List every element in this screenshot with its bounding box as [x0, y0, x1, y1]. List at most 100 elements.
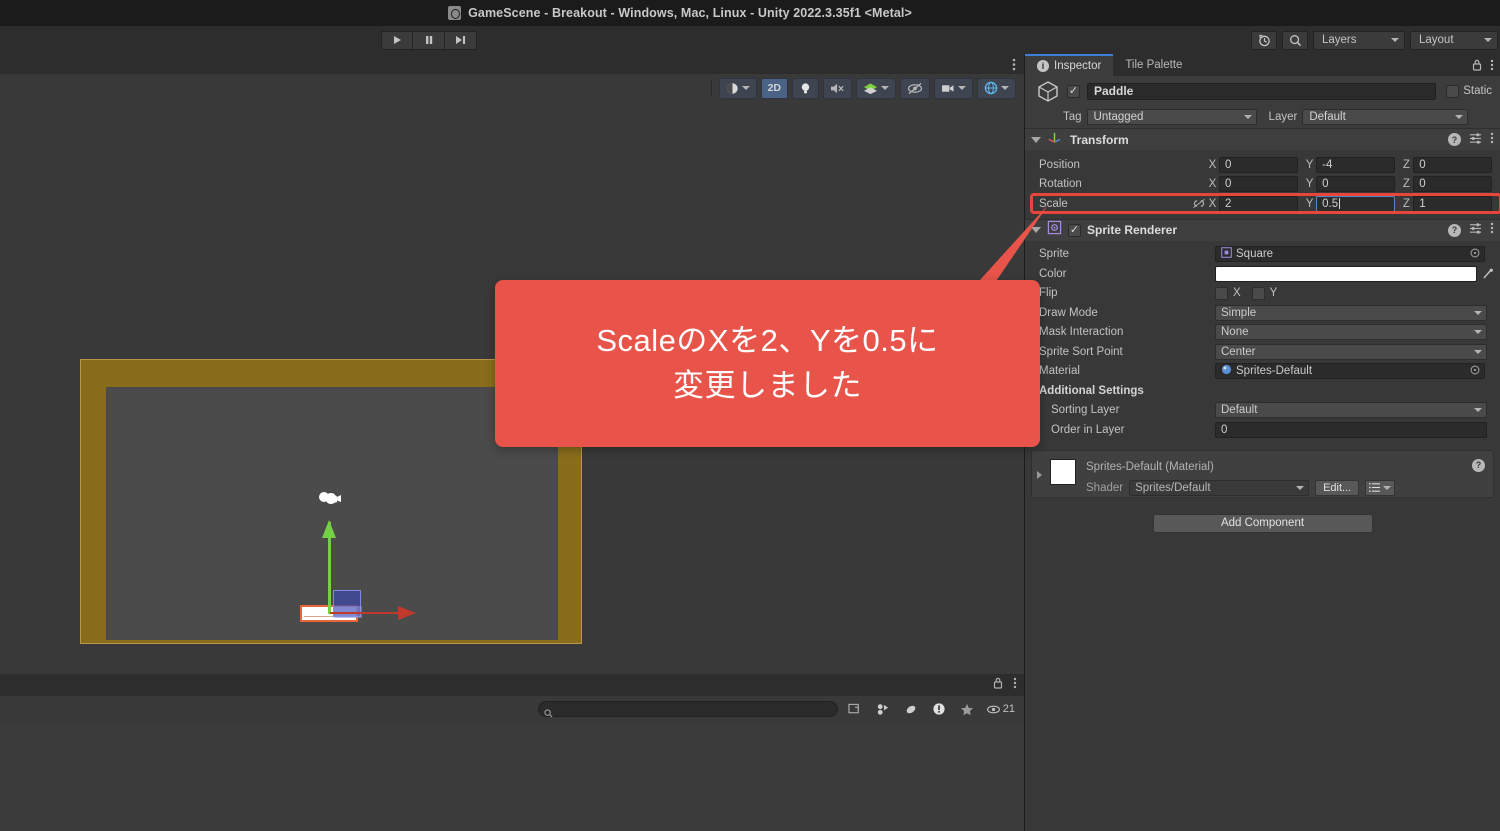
scale-y-field[interactable]: 0.5: [1316, 195, 1395, 212]
console-log-area[interactable]: [0, 722, 1024, 831]
scene-view-toolbar: 2D: [0, 74, 1024, 102]
color-label: Color: [1039, 267, 1067, 280]
tab-tile-palette[interactable]: Tile Palette: [1113, 54, 1194, 76]
additional-settings-label: Additional Settings: [1039, 384, 1144, 397]
effects-icon[interactable]: [856, 77, 896, 99]
layers-dropdown[interactable]: Layers: [1313, 30, 1405, 50]
edit-shader-button[interactable]: Edit...: [1315, 479, 1360, 496]
static-toggle-group[interactable]: Static: [1446, 84, 1492, 98]
move-gizmo-y-arrowhead[interactable]: [322, 520, 336, 538]
foldout-arrow-icon[interactable]: [1037, 470, 1042, 479]
shading-mode-button[interactable]: [718, 77, 757, 99]
rotation-z-field[interactable]: 0: [1413, 176, 1492, 193]
tab-inspector[interactable]: i Inspector: [1025, 54, 1114, 76]
rotation-y-field[interactable]: 0: [1316, 176, 1395, 193]
flip-y-checkbox[interactable]: [1251, 286, 1265, 300]
position-y-field[interactable]: -4: [1316, 156, 1395, 173]
material-preview-block: Sprites-Default (Material) Shader Sprite…: [1031, 449, 1494, 498]
hidden-objects-icon[interactable]: [900, 77, 930, 99]
gizmos-icon[interactable]: [977, 77, 1016, 99]
lock-icon[interactable]: [993, 676, 1003, 694]
console-search-input[interactable]: [554, 703, 810, 715]
axis-y-label: Y: [1305, 178, 1314, 191]
collapse-icon[interactable]: [843, 700, 868, 718]
move-gizmo-x-arrowhead[interactable]: [398, 606, 416, 620]
sprite-renderer-enabled-checkbox[interactable]: [1068, 223, 1081, 237]
position-z-field[interactable]: 0: [1413, 156, 1492, 173]
help-icon[interactable]: ?: [1448, 133, 1461, 146]
help-icon[interactable]: ?: [1448, 223, 1461, 237]
preset-list-icon[interactable]: [1365, 479, 1396, 496]
audio-mute-icon[interactable]: [823, 77, 852, 99]
sort-point-value: Center: [1221, 345, 1256, 358]
eyedropper-icon[interactable]: [1481, 268, 1495, 280]
game-play-area: [106, 387, 558, 640]
gameobject-enabled-checkbox[interactable]: [1067, 84, 1080, 98]
window-title: GameScene - Breakout - Windows, Mac, Lin…: [468, 6, 912, 20]
chevron-down-icon: [1001, 86, 1009, 90]
preset-icon[interactable]: [1469, 221, 1482, 239]
sorting-layer-dropdown[interactable]: Default: [1215, 402, 1487, 419]
undo-history-icon[interactable]: [1251, 30, 1277, 50]
title-bar: GameScene - Breakout - Windows, Mac, Lin…: [0, 0, 1500, 26]
shader-dropdown[interactable]: Sprites/Default: [1129, 479, 1310, 496]
clear-on-play-icon[interactable]: [871, 700, 896, 718]
order-in-layer-field[interactable]: 0: [1215, 421, 1487, 438]
scale-z-field[interactable]: 1: [1413, 195, 1492, 212]
rotation-label: Rotation: [1039, 178, 1082, 191]
sprite-object-field[interactable]: Square: [1215, 246, 1485, 263]
star-icon[interactable]: [955, 700, 980, 718]
tag-dropdown[interactable]: Untagged: [1086, 109, 1257, 125]
help-icon[interactable]: ?: [1472, 458, 1485, 472]
axis-z-label: Z: [1402, 158, 1410, 171]
kebab-menu-icon[interactable]: [1490, 221, 1494, 239]
chevron-down-icon: [1391, 38, 1399, 42]
unity-app-icon: [448, 6, 462, 20]
layout-dropdown[interactable]: Layout: [1410, 30, 1498, 50]
sprite-renderer-component-header[interactable]: Sprite Renderer ?: [1025, 218, 1500, 241]
position-x-field[interactable]: 0: [1219, 156, 1298, 173]
static-checkbox[interactable]: [1446, 84, 1460, 98]
transform-component-header[interactable]: Transform ?: [1025, 128, 1500, 150]
object-picker-icon[interactable]: [1470, 248, 1480, 261]
draw-mode-dropdown[interactable]: Simple: [1215, 304, 1487, 321]
material-label: Material: [1039, 365, 1080, 378]
pause-button[interactable]: [413, 30, 445, 50]
chevron-down-icon: [1243, 115, 1252, 119]
console-panel: 21: [0, 674, 1024, 831]
sprite-renderer-title: Sprite Renderer: [1087, 223, 1178, 237]
kebab-menu-icon[interactable]: [1013, 676, 1017, 694]
lock-icon[interactable]: [1472, 58, 1482, 76]
order-in-layer-row: Order in Layer 0: [1025, 420, 1500, 440]
tab-2d-toggle[interactable]: 2D: [760, 77, 788, 99]
shader-value: Sprites/Default: [1135, 481, 1211, 494]
error-pause-icon[interactable]: [927, 700, 952, 718]
scale-x-field[interactable]: 2: [1219, 195, 1298, 212]
sort-point-dropdown[interactable]: Center: [1215, 343, 1487, 360]
mask-interaction-dropdown[interactable]: None: [1215, 324, 1487, 341]
add-component-button[interactable]: Add Component: [1152, 513, 1373, 533]
color-swatch-field[interactable]: [1215, 265, 1477, 282]
foldout-arrow-icon[interactable]: [1031, 136, 1041, 143]
play-button[interactable]: [381, 30, 413, 50]
rotation-x-field[interactable]: 0: [1219, 176, 1298, 193]
material-object-field[interactable]: Sprites-Default: [1215, 363, 1485, 380]
kebab-menu-icon[interactable]: [1490, 131, 1494, 149]
move-gizmo-x-axis[interactable]: [330, 612, 402, 614]
lightbulb-icon[interactable]: [792, 77, 819, 99]
eye-toggle-button[interactable]: 21: [983, 700, 1018, 718]
flip-x-checkbox[interactable]: [1215, 286, 1228, 300]
layer-dropdown[interactable]: Default: [1302, 109, 1469, 125]
step-button[interactable]: [445, 30, 477, 50]
log-icon[interactable]: [899, 700, 924, 718]
console-search-field[interactable]: [537, 701, 838, 718]
search-icon[interactable]: [1282, 30, 1308, 50]
preset-icon[interactable]: [1469, 131, 1482, 149]
mask-interaction-row: Mask Interaction None: [1025, 322, 1500, 342]
object-picker-icon[interactable]: [1470, 365, 1480, 378]
gameobject-name-field[interactable]: Paddle: [1087, 82, 1437, 100]
scene-camera-icon[interactable]: [934, 77, 973, 99]
kebab-menu-icon[interactable]: [1490, 58, 1494, 76]
constrain-proportions-broken-icon[interactable]: [1191, 198, 1207, 209]
inspector-panel: i Inspector Tile Palette Paddle: [1025, 54, 1500, 831]
